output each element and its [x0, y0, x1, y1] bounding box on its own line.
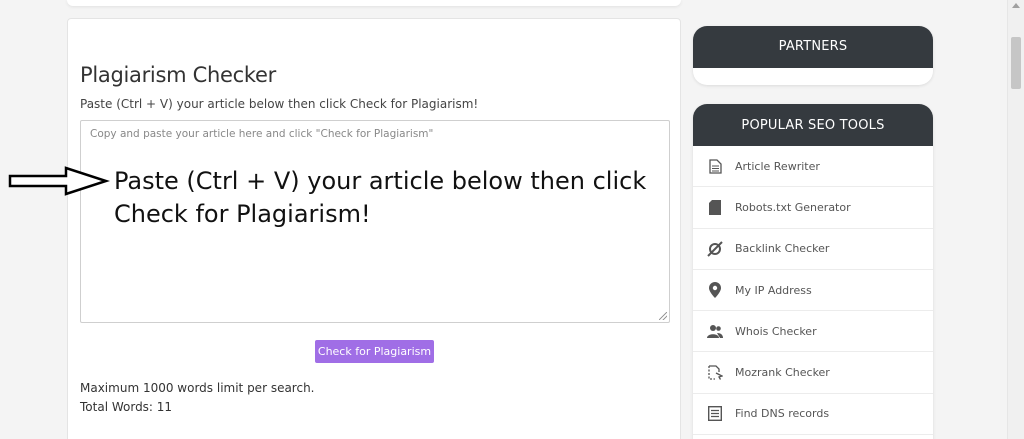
mozrank-icon [707, 365, 723, 381]
instructions-text: Paste (Ctrl + V) your article below then… [80, 97, 479, 111]
page-scrollbar[interactable] [1007, 0, 1024, 439]
partners-header: PARTNERS [693, 26, 933, 68]
tool-item-my-ip-address[interactable]: My IP Address [693, 270, 933, 312]
top-card-strip [67, 0, 681, 6]
seo-tools-list: Article Rewriter Robots.txt Generator Ba… [693, 146, 933, 436]
scrollbar-thumb[interactable] [1011, 37, 1021, 89]
file-icon [707, 199, 723, 215]
tool-item-whois-checker[interactable]: Whois Checker [693, 311, 933, 353]
textarea-placeholder: Copy and paste your article here and cli… [90, 128, 434, 140]
tool-label: Find DNS records [735, 407, 830, 421]
tool-label: Article Rewriter [735, 159, 820, 173]
document-icon [707, 158, 723, 174]
resize-grip-icon[interactable] [659, 312, 667, 320]
tool-label: Robots.txt Generator [735, 200, 851, 214]
popular-seo-tools-panel: POPULAR SEO TOOLS Article Rewriter Robot… [693, 104, 933, 439]
tool-label: Mozrank Checker [735, 366, 830, 380]
textarea-content-line-1: Paste (Ctrl + V) your article below then… [114, 167, 647, 195]
arrow-right-icon [8, 166, 110, 196]
seo-tools-header: POPULAR SEO TOOLS [693, 104, 933, 146]
tool-label: Whois Checker [735, 324, 817, 338]
textarea-content-line-2: Check for Plagiarism! [114, 200, 371, 228]
users-icon [707, 323, 723, 339]
link-icon [707, 241, 723, 257]
article-textarea[interactable]: Copy and paste your article here and cli… [80, 120, 670, 323]
tool-label: Backlink Checker [735, 242, 830, 256]
textarea-content: Paste (Ctrl + V) your article below then… [114, 165, 654, 231]
map-pin-icon [707, 282, 723, 299]
partners-panel: PARTNERS [693, 26, 933, 85]
page-title: Plagiarism Checker [80, 63, 276, 87]
tool-item-find-dns-records[interactable]: Find DNS records [693, 394, 933, 436]
tool-label: My IP Address [735, 283, 812, 297]
total-words-text: Total Words: 11 [80, 400, 173, 414]
tool-item-mozrank-checker[interactable]: Mozrank Checker [693, 352, 933, 394]
tool-item-article-rewriter[interactable]: Article Rewriter [693, 146, 933, 188]
tool-item-robots-generator[interactable]: Robots.txt Generator [693, 187, 933, 229]
list-icon [707, 406, 723, 422]
word-limit-text: Maximum 1000 words limit per search. [80, 381, 315, 395]
tool-item-backlink-checker[interactable]: Backlink Checker [693, 229, 933, 270]
check-plagiarism-button[interactable]: Check for Plagiarism [315, 340, 434, 363]
scroll-up-icon[interactable] [1012, 3, 1020, 8]
plagiarism-checker-card: Plagiarism Checker Paste (Ctrl + V) your… [67, 18, 681, 439]
